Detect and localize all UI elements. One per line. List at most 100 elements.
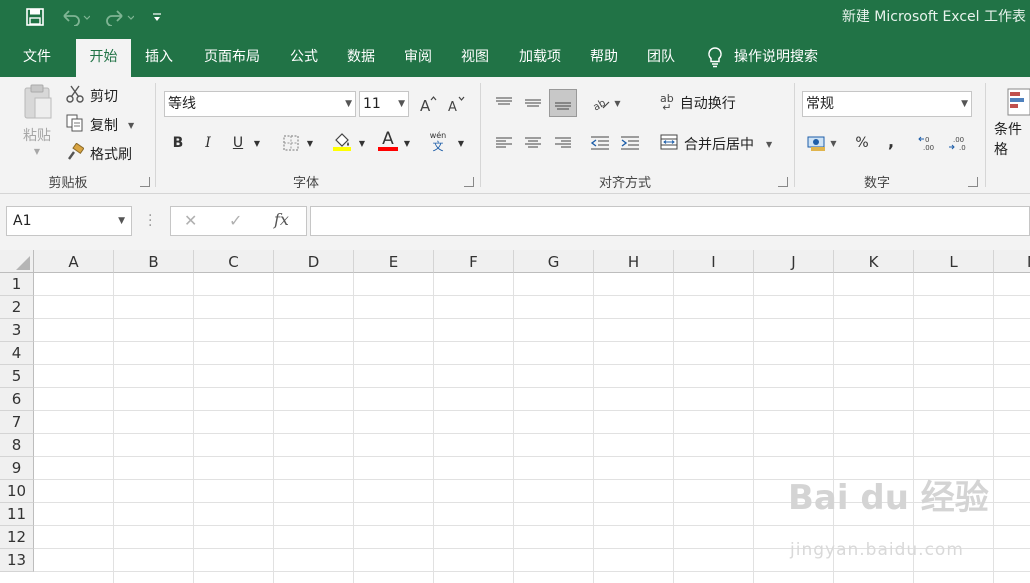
- tab-file[interactable]: 文件: [14, 39, 60, 77]
- comma-style-button[interactable]: ,: [879, 129, 903, 153]
- phonetic-guide-button[interactable]: wén 文: [426, 129, 450, 153]
- decrease-font-size-button[interactable]: A: [444, 92, 468, 116]
- font-color-button[interactable]: A: [376, 129, 400, 153]
- copy-button[interactable]: 复制 ▼: [66, 114, 134, 136]
- tab-home[interactable]: 开始: [76, 39, 131, 77]
- customize-qat-icon[interactable]: [150, 6, 164, 28]
- active-cell[interactable]: [34, 273, 114, 296]
- column-header-m[interactable]: M: [994, 250, 1030, 273]
- align-left-button[interactable]: [492, 131, 516, 155]
- name-box-value: A1: [13, 213, 32, 229]
- row-header-5[interactable]: 5: [0, 365, 34, 388]
- gridline: [113, 273, 114, 583]
- orientation-button[interactable]: ab ▼: [589, 91, 623, 115]
- worksheet-grid[interactable]: ABCDEFGHIJKLM12345678910111213: [0, 250, 1030, 583]
- tab-team[interactable]: 团队: [638, 39, 684, 77]
- align-top-icon: [496, 97, 512, 105]
- undo-icon[interactable]: [58, 6, 92, 28]
- row-header-11[interactable]: 11: [0, 503, 34, 526]
- column-header-c[interactable]: C: [194, 250, 274, 273]
- insert-function-icon[interactable]: fx: [274, 210, 289, 229]
- format-painter-button[interactable]: 格式刷: [66, 142, 132, 165]
- row-header-10[interactable]: 10: [0, 480, 34, 503]
- column-header-j[interactable]: J: [754, 250, 834, 273]
- font-color-dropdown-icon[interactable]: ▼: [400, 131, 414, 155]
- row-header-12[interactable]: 12: [0, 526, 34, 549]
- row-header-2[interactable]: 2: [0, 296, 34, 319]
- number-format-combo[interactable]: 常规 ▼: [802, 91, 972, 117]
- row-header-3[interactable]: 3: [0, 319, 34, 342]
- underline-dropdown-icon[interactable]: ▼: [250, 131, 264, 155]
- tab-view[interactable]: 视图: [452, 39, 498, 77]
- row-header-9[interactable]: 9: [0, 457, 34, 480]
- row-header-1[interactable]: 1: [0, 273, 34, 296]
- paste-button[interactable]: 粘贴 ▼: [14, 83, 60, 163]
- merge-center-button[interactable]: 合并后居中 ▼: [660, 134, 772, 154]
- increase-decimal-button[interactable]: 0.00: [916, 131, 940, 155]
- font-name-combo[interactable]: 等线 ▼: [164, 91, 356, 117]
- column-header-a[interactable]: A: [34, 250, 114, 273]
- alignment-launcher-icon[interactable]: [778, 177, 788, 187]
- italic-button[interactable]: I: [196, 131, 220, 155]
- column-header-l[interactable]: L: [914, 250, 994, 273]
- column-header-g[interactable]: G: [514, 250, 594, 273]
- row-header-6[interactable]: 6: [0, 388, 34, 411]
- tab-review[interactable]: 审阅: [396, 39, 440, 77]
- select-all-corner[interactable]: [0, 250, 34, 273]
- grip-icon[interactable]: · · ·: [148, 209, 152, 233]
- tab-page-layout[interactable]: 页面布局: [196, 39, 268, 77]
- column-header-i[interactable]: I: [674, 250, 754, 273]
- align-top-button[interactable]: [492, 91, 516, 115]
- number-format-value: 常规: [806, 96, 834, 112]
- bold-button[interactable]: B: [166, 131, 190, 155]
- tell-me-search[interactable]: 操作说明搜索: [706, 39, 818, 77]
- save-icon[interactable]: [24, 6, 46, 28]
- column-header-f[interactable]: F: [434, 250, 514, 273]
- fill-color-dropdown-icon[interactable]: ▼: [355, 131, 369, 155]
- font-launcher-icon[interactable]: [464, 177, 474, 187]
- wrap-text-button[interactable]: ab ↵ 自动换行: [660, 93, 736, 113]
- phonetic-dropdown-icon[interactable]: ▼: [454, 131, 468, 155]
- accounting-format-button[interactable]: ▼: [804, 131, 840, 155]
- tab-addins[interactable]: 加载项: [510, 39, 570, 77]
- align-center-button[interactable]: [521, 131, 545, 155]
- row-header-7[interactable]: 7: [0, 411, 34, 434]
- tab-data[interactable]: 数据: [338, 39, 384, 77]
- copy-label: 复制: [90, 118, 118, 134]
- row-header-8[interactable]: 8: [0, 434, 34, 457]
- tab-formulas[interactable]: 公式: [282, 39, 326, 77]
- align-bottom-button[interactable]: [549, 89, 577, 117]
- increase-font-size-button[interactable]: A: [416, 92, 440, 116]
- align-middle-button[interactable]: [521, 91, 545, 115]
- copy-dropdown-icon[interactable]: ▼: [128, 121, 134, 130]
- column-header-d[interactable]: D: [274, 250, 354, 273]
- cut-button[interactable]: 剪切: [66, 85, 118, 107]
- number-launcher-icon[interactable]: [968, 177, 978, 187]
- borders-button[interactable]: [279, 131, 303, 155]
- column-header-b[interactable]: B: [114, 250, 194, 273]
- name-box[interactable]: A1 ▼: [6, 206, 132, 236]
- cancel-icon[interactable]: ✕: [184, 211, 197, 230]
- column-header-h[interactable]: H: [594, 250, 674, 273]
- redo-icon[interactable]: [102, 6, 136, 28]
- fill-color-button[interactable]: [330, 129, 354, 153]
- row-header-4[interactable]: 4: [0, 342, 34, 365]
- column-header-e[interactable]: E: [354, 250, 434, 273]
- formula-input[interactable]: [310, 206, 1030, 236]
- underline-button[interactable]: U: [226, 131, 250, 155]
- decrease-decimal-button[interactable]: .00.0: [946, 131, 970, 155]
- align-right-button[interactable]: [551, 131, 575, 155]
- tab-help[interactable]: 帮助: [582, 39, 626, 77]
- lightbulb-icon: [708, 47, 722, 68]
- borders-dropdown-icon[interactable]: ▼: [303, 131, 317, 155]
- percent-style-button[interactable]: %: [850, 131, 874, 155]
- tab-insert[interactable]: 插入: [136, 39, 182, 77]
- enter-icon[interactable]: ✓: [229, 211, 242, 230]
- conditional-formatting-button[interactable]: 条件格: [994, 87, 1030, 159]
- increase-indent-button[interactable]: [618, 131, 642, 155]
- decrease-indent-button[interactable]: [588, 131, 612, 155]
- row-header-13[interactable]: 13: [0, 549, 34, 572]
- clipboard-launcher-icon[interactable]: [140, 177, 150, 187]
- font-size-combo[interactable]: 11 ▼: [359, 91, 409, 117]
- column-header-k[interactable]: K: [834, 250, 914, 273]
